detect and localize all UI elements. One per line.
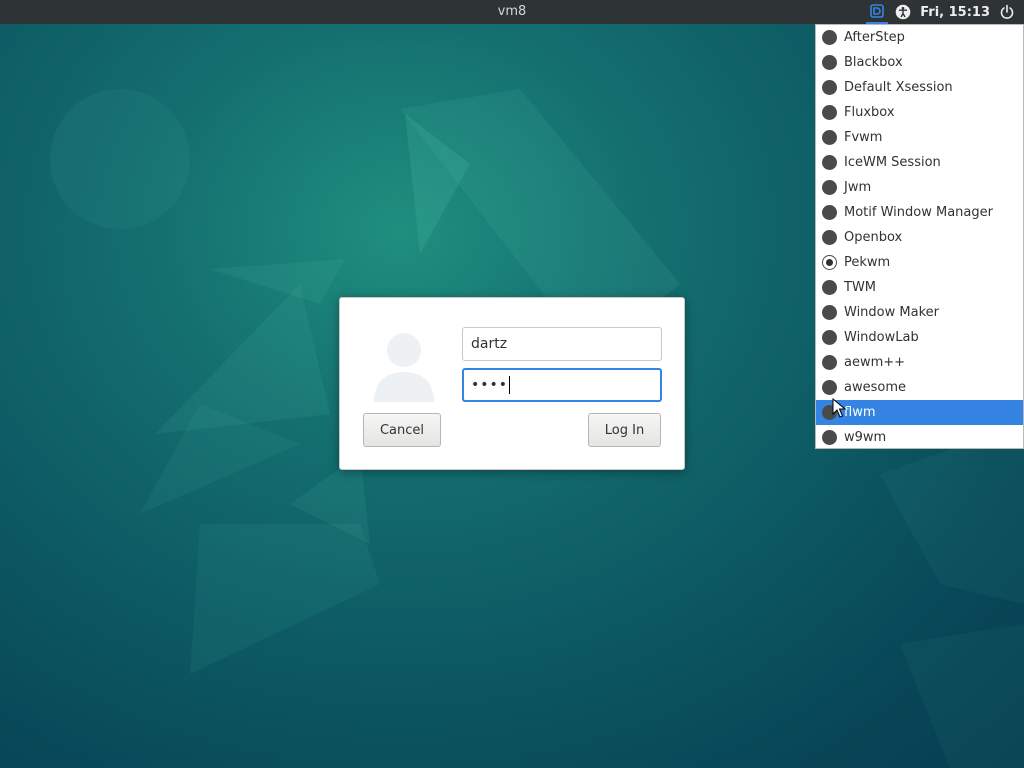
session-item-label: Motif Window Manager [844,205,993,220]
session-item-icewm[interactable]: IceWM Session [816,150,1023,175]
session-item-label: Blackbox [844,55,903,70]
session-item-label: AfterStep [844,30,905,45]
clock[interactable]: Fri, 15:13 [920,5,990,20]
session-item-label: Fluxbox [844,105,895,120]
radio-icon [822,130,837,145]
radio-icon [822,80,837,95]
session-item-label: Openbox [844,230,903,245]
session-item-label: flwm [844,405,876,420]
session-item-aewm[interactable]: aewm++ [816,350,1023,375]
session-item-w9wm[interactable]: w9wm [816,425,1023,450]
session-item-motif[interactable]: Motif Window Manager [816,200,1023,225]
session-item-label: Fvwm [844,130,883,145]
session-item-label: Window Maker [844,305,939,320]
system-tray: Fri, 15:13 [866,0,1024,24]
session-item-afterstep[interactable]: AfterStep [816,25,1023,50]
username-field[interactable]: dartz [462,327,662,361]
session-item-window-maker[interactable]: Window Maker [816,300,1023,325]
user-avatar-icon [374,333,434,402]
session-item-twm[interactable]: TWM [816,275,1023,300]
accessibility-button[interactable] [892,0,914,24]
mouse-pointer-icon [832,398,846,418]
radio-icon [822,280,837,295]
session-item-awesome[interactable]: awesome [816,375,1023,400]
login-dialog: dartz •••• Cancel Log In [339,297,685,470]
session-item-label: IceWM Session [844,155,941,170]
session-icon [870,4,885,18]
session-item-default-xsession[interactable]: Default Xsession [816,75,1023,100]
session-item-fluxbox[interactable]: Fluxbox [816,100,1023,125]
power-icon [1000,4,1014,19]
password-field[interactable]: •••• [462,368,662,402]
radio-icon [822,180,837,195]
text-caret [509,376,511,394]
session-item-jwm[interactable]: Jwm [816,175,1023,200]
session-item-openbox[interactable]: Openbox [816,225,1023,250]
cancel-button[interactable]: Cancel [363,413,441,447]
session-item-label: aewm++ [844,355,906,370]
radio-icon [822,355,837,370]
radio-icon [822,155,837,170]
radio-icon [822,305,837,320]
session-item-label: Pekwm [844,255,891,270]
session-item-flwm[interactable]: flwm [816,400,1023,425]
radio-icon [822,230,837,245]
radio-icon [822,55,837,70]
radio-icon [822,205,837,220]
session-item-label: WindowLab [844,330,919,345]
log-in-button[interactable]: Log In [588,413,661,447]
top-bar: vm8 Fri, 15:13 [0,0,1024,24]
session-menu: AfterStep Blackbox Default Xsession Flux… [815,24,1024,449]
session-item-blackbox[interactable]: Blackbox [816,50,1023,75]
session-item-fvwm[interactable]: Fvwm [816,125,1023,150]
radio-icon [822,30,837,45]
session-menu-button[interactable] [866,0,889,24]
radio-icon [822,330,837,345]
session-item-label: Default Xsession [844,80,953,95]
radio-icon [822,380,837,395]
session-item-windowlab[interactable]: WindowLab [816,325,1023,350]
session-item-pekwm[interactable]: Pekwm [816,250,1023,275]
password-mask: •••• [471,377,509,393]
accessibility-icon [895,4,911,20]
session-item-label: awesome [844,380,906,395]
session-item-label: TWM [844,280,877,295]
radio-icon [822,430,837,445]
session-item-label: Jwm [844,180,872,195]
session-item-label: w9wm [844,430,887,445]
radio-selected-icon [822,255,837,270]
radio-icon [822,105,837,120]
power-button[interactable] [996,0,1018,24]
